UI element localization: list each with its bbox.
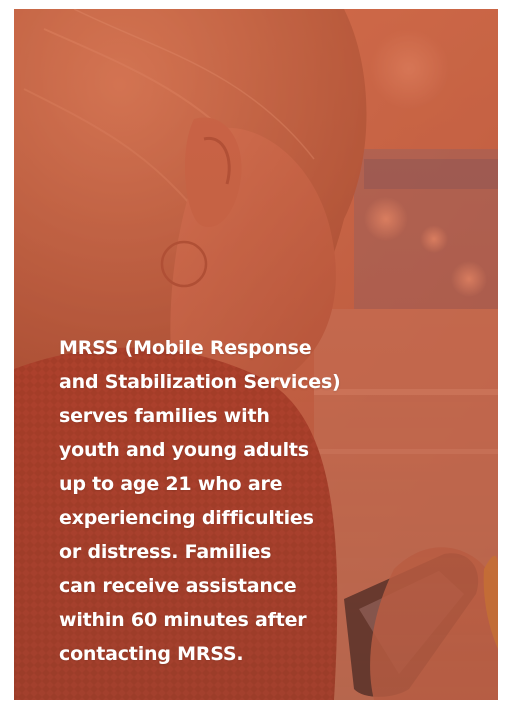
info-card: MRSS (Mobile Response and Stabilization …	[14, 9, 498, 700]
mrss-description: MRSS (Mobile Response and Stabilization …	[59, 337, 341, 665]
